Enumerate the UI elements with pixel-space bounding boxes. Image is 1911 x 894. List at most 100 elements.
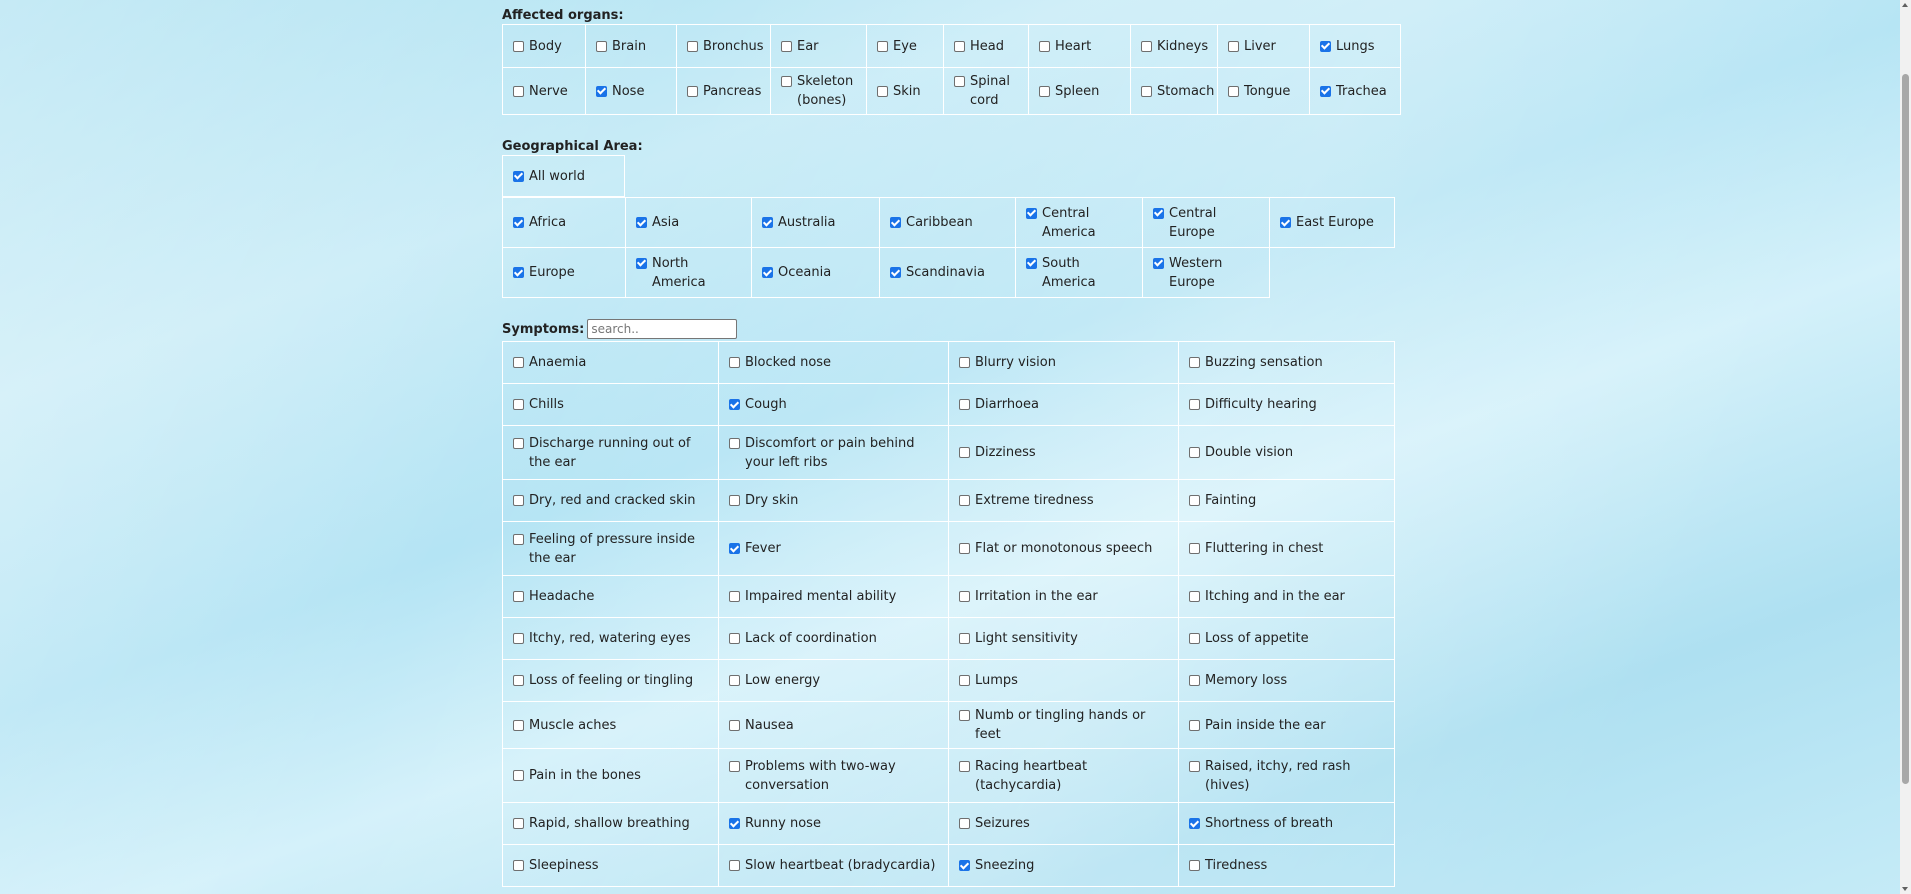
symptom-checkbox[interactable] (959, 447, 970, 458)
geo-checkbox[interactable] (513, 170, 524, 182)
symptom-option-diarrhoea[interactable]: Diarrhoea (959, 395, 1172, 414)
symptom-checkbox[interactable] (959, 357, 970, 368)
symptom-option-lack-of-coordination[interactable]: Lack of coordination (729, 629, 942, 648)
organ-checkbox[interactable] (1039, 85, 1050, 97)
symptom-option-itchy-red-watering-eyes[interactable]: Itchy, red, watering eyes (513, 629, 712, 648)
symptom-option-discomfort-or-pain-behind-your-left-ribs[interactable]: Discomfort or pain behind your left ribs (729, 434, 942, 472)
symptom-option-blurry-vision[interactable]: Blurry vision (959, 353, 1172, 372)
symptom-option-double-vision[interactable]: Double vision (1189, 443, 1388, 462)
symptom-option-impaired-mental-ability[interactable]: Impaired mental ability (729, 587, 942, 606)
symptom-checkbox[interactable] (1189, 399, 1200, 410)
symptom-checkbox[interactable] (959, 675, 970, 686)
organ-option-skeleton-bones[interactable]: Skeleton (bones) (781, 72, 860, 110)
symptom-checkbox[interactable] (1189, 357, 1200, 368)
symptom-checkbox[interactable] (1189, 633, 1200, 644)
organ-checkbox[interactable] (781, 40, 792, 52)
geo-option-north-america[interactable]: North America (636, 254, 745, 292)
organ-checkbox[interactable] (513, 85, 524, 97)
organ-option-body[interactable]: Body (513, 37, 579, 56)
symptom-checkbox[interactable] (1189, 719, 1200, 731)
symptom-checkbox[interactable] (729, 760, 740, 772)
organ-option-spleen[interactable]: Spleen (1039, 82, 1124, 101)
symptom-option-slow-heartbeat-bradycardia[interactable]: Slow heartbeat (bradycardia) (729, 856, 942, 875)
symptom-option-raised-itchy-red-rash-hives[interactable]: Raised, itchy, red rash (hives) (1189, 757, 1388, 795)
symptom-option-seizures[interactable]: Seizures (959, 814, 1172, 833)
symptom-checkbox[interactable] (729, 495, 740, 506)
symptom-checkbox[interactable] (513, 357, 524, 368)
symptom-checkbox[interactable] (1189, 543, 1200, 554)
geo-checkbox[interactable] (1280, 217, 1291, 228)
geo-option-europe[interactable]: Europe (513, 263, 619, 282)
organ-checkbox[interactable] (1141, 40, 1152, 52)
symptom-option-feeling-of-pressure-inside-the-ear[interactable]: Feeling of pressure inside the ear (513, 530, 712, 568)
geo-checkbox[interactable] (762, 267, 773, 278)
symptom-checkbox[interactable] (729, 860, 740, 871)
symptom-option-extreme-tiredness[interactable]: Extreme tiredness (959, 491, 1172, 510)
organ-checkbox[interactable] (687, 40, 698, 52)
symptom-option-dry-skin[interactable]: Dry skin (729, 491, 942, 510)
organ-option-brain[interactable]: Brain (596, 37, 670, 56)
symptom-option-fluttering-in-chest[interactable]: Fluttering in chest (1189, 539, 1388, 558)
geo-option-all-world[interactable]: All world (513, 167, 618, 186)
symptom-checkbox[interactable] (729, 543, 740, 554)
scrollbar-thumb[interactable] (1902, 74, 1909, 784)
organ-checkbox[interactable] (954, 76, 965, 87)
symptom-checkbox[interactable] (1189, 447, 1200, 458)
organ-checkbox[interactable] (877, 40, 888, 52)
geo-checkbox[interactable] (890, 217, 901, 228)
symptom-checkbox[interactable] (959, 543, 970, 554)
organ-option-stomach[interactable]: Stomach (1141, 82, 1214, 101)
symptom-checkbox[interactable] (959, 495, 970, 506)
geo-checkbox[interactable] (513, 267, 524, 278)
scroll-up-arrow-icon[interactable] (1902, 3, 1908, 7)
symptom-option-itching-and-in-the-ear[interactable]: Itching and in the ear (1189, 587, 1388, 606)
symptom-option-headache[interactable]: Headache (513, 587, 712, 606)
symptom-checkbox[interactable] (513, 437, 524, 449)
geo-option-east-europe[interactable]: East Europe (1280, 213, 1388, 232)
geo-option-western-europe[interactable]: Western Europe (1153, 254, 1263, 292)
organ-checkbox[interactable] (1320, 40, 1331, 52)
geo-checkbox[interactable] (636, 217, 647, 228)
organ-checkbox[interactable] (596, 85, 607, 97)
organ-option-nose[interactable]: Nose (596, 82, 670, 101)
symptom-checkbox[interactable] (513, 399, 524, 410)
symptom-checkbox[interactable] (513, 495, 524, 506)
organ-option-tongue[interactable]: Tongue (1228, 82, 1303, 101)
symptom-checkbox[interactable] (729, 591, 740, 602)
symptom-checkbox[interactable] (1189, 860, 1200, 871)
symptom-checkbox[interactable] (513, 591, 524, 602)
organ-option-trachea[interactable]: Trachea (1320, 82, 1394, 101)
symptom-option-racing-heartbeat-tachycardia[interactable]: Racing heartbeat (tachycardia) (959, 757, 1172, 795)
organ-option-liver[interactable]: Liver (1228, 37, 1303, 56)
symptom-option-buzzing-sensation[interactable]: Buzzing sensation (1189, 353, 1388, 372)
symptom-checkbox[interactable] (513, 719, 524, 731)
symptom-option-tiredness[interactable]: Tiredness (1189, 856, 1388, 875)
symptom-checkbox[interactable] (1189, 675, 1200, 686)
symptom-checkbox[interactable] (959, 818, 970, 829)
geo-checkbox[interactable] (636, 257, 647, 269)
symptom-checkbox[interactable] (959, 591, 970, 602)
symptom-checkbox[interactable] (729, 719, 740, 731)
symptom-option-anaemia[interactable]: Anaemia (513, 353, 712, 372)
symptom-checkbox[interactable] (729, 437, 740, 449)
organ-option-heart[interactable]: Heart (1039, 37, 1124, 56)
symptom-option-blocked-nose[interactable]: Blocked nose (729, 353, 942, 372)
symptom-checkbox[interactable] (513, 818, 524, 829)
organ-option-eye[interactable]: Eye (877, 37, 937, 56)
symptom-option-sneezing[interactable]: Sneezing (959, 856, 1172, 875)
symptom-option-pain-inside-the-ear[interactable]: Pain inside the ear (1189, 716, 1388, 735)
organ-option-ear[interactable]: Ear (781, 37, 860, 56)
symptom-checkbox[interactable] (1189, 495, 1200, 506)
organ-option-head[interactable]: Head (954, 37, 1022, 56)
symptom-option-low-energy[interactable]: Low energy (729, 671, 942, 690)
symptom-option-discharge-running-out-of-the-ear[interactable]: Discharge running out of the ear (513, 434, 712, 472)
symptom-checkbox[interactable] (513, 860, 524, 871)
symptom-checkbox[interactable] (729, 357, 740, 368)
geo-option-asia[interactable]: Asia (636, 213, 745, 232)
symptom-checkbox[interactable] (1189, 818, 1200, 829)
symptom-option-dry-red-and-cracked-skin[interactable]: Dry, red and cracked skin (513, 491, 712, 510)
geo-option-south-america[interactable]: South America (1026, 254, 1136, 292)
symptom-option-runny-nose[interactable]: Runny nose (729, 814, 942, 833)
symptom-checkbox[interactable] (729, 818, 740, 829)
organ-checkbox[interactable] (1039, 40, 1050, 52)
